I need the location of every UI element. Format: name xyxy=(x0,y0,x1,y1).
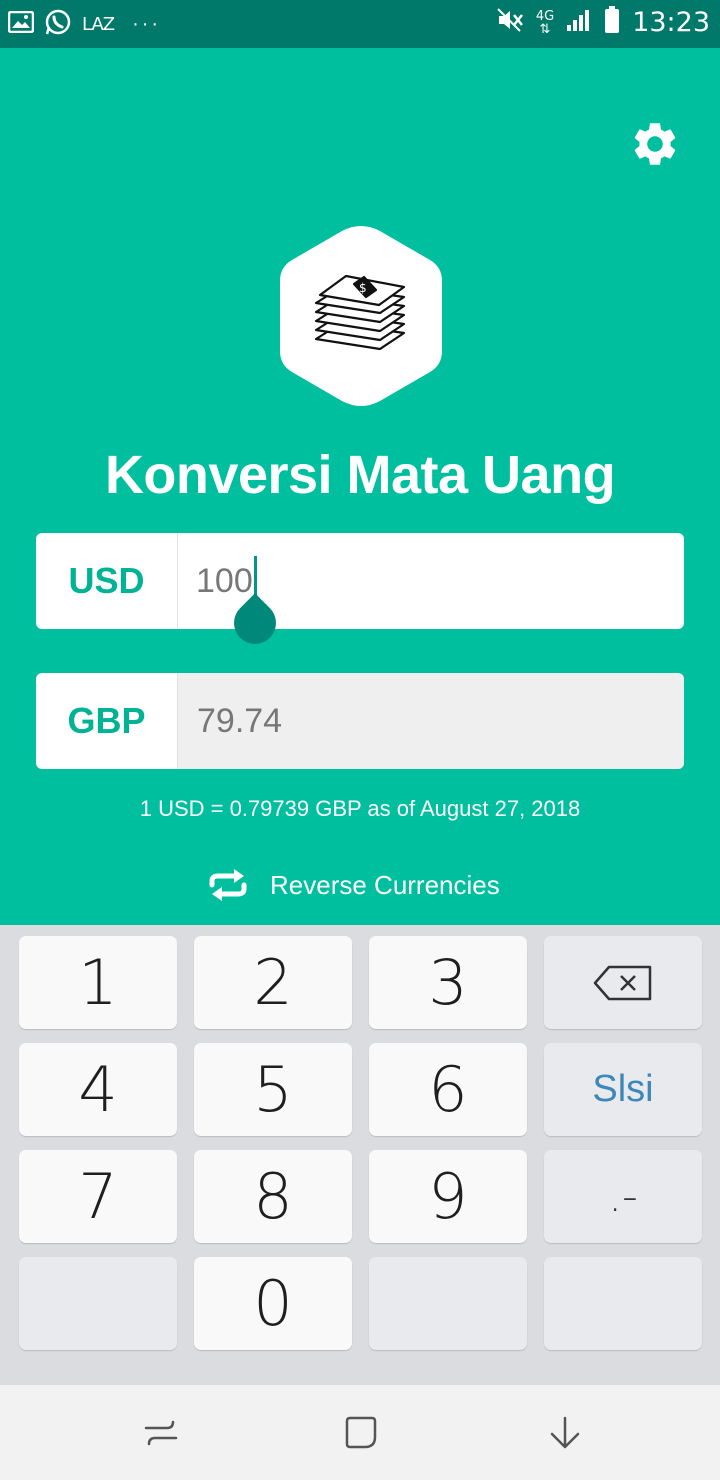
dot-dash-key[interactable]: .- xyxy=(544,1150,702,1243)
numeric-keypad: 1 2 3 4 5 6 Slsi 7 8 9 .- 0 xyxy=(0,925,720,1385)
mute-icon xyxy=(496,7,524,38)
status-bar: LAZ ··· 4G ⇅ 13:23 xyxy=(0,0,720,48)
app-title: Konversi Mata Uang xyxy=(104,445,616,505)
to-currency-selector[interactable]: GBP xyxy=(36,673,178,769)
converter-panel: $ Konversi Mata Uang USD 100 GBP 79.74 1… xyxy=(0,48,720,925)
from-currency-row: USD 100 xyxy=(36,533,684,629)
money-stack-icon: $ xyxy=(314,274,406,351)
key-7[interactable]: 7 xyxy=(19,1150,177,1243)
blank-key-right xyxy=(544,1257,702,1350)
done-label: Slsi xyxy=(592,1068,654,1110)
recent-apps-button[interactable] xyxy=(137,1409,185,1457)
dot-dash-label: .- xyxy=(608,1171,638,1222)
to-currency-row: GBP 79.74 xyxy=(36,673,684,769)
carrier-text: LAZ xyxy=(82,14,115,35)
gallery-icon xyxy=(7,10,35,38)
key-4[interactable]: 4 xyxy=(19,1043,177,1136)
clock: 13:23 xyxy=(632,7,710,38)
settings-button[interactable] xyxy=(624,118,686,170)
exchange-rate-text: 1 USD = 0.79739 GBP as of August 27, 201… xyxy=(139,796,581,821)
key-2[interactable]: 2 xyxy=(194,936,352,1029)
blank-key-middle xyxy=(369,1257,527,1350)
reverse-currencies-button[interactable]: Reverse Currencies xyxy=(206,863,500,907)
blank-key-left xyxy=(19,1257,177,1350)
back-button[interactable] xyxy=(541,1409,589,1457)
key-5[interactable]: 5 xyxy=(194,1043,352,1136)
backspace-key[interactable] xyxy=(544,936,702,1029)
key-0[interactable]: 0 xyxy=(194,1257,352,1350)
signal-icon xyxy=(566,8,592,37)
battery-icon xyxy=(604,6,620,39)
amount-value: 100 xyxy=(196,561,253,600)
home-icon xyxy=(345,1416,377,1449)
swap-arrows-icon xyxy=(209,869,247,901)
navigation-bar xyxy=(0,1385,720,1480)
home-button[interactable] xyxy=(337,1409,385,1457)
svg-text:$: $ xyxy=(359,281,367,295)
done-key[interactable]: Slsi xyxy=(544,1043,702,1136)
reverse-label: Reverse Currencies xyxy=(270,869,500,900)
gear-icon xyxy=(634,123,676,165)
converted-value: 79.74 xyxy=(178,673,684,769)
backspace-icon xyxy=(593,965,652,1000)
network-type: 4G ⇅ xyxy=(535,8,555,37)
key-3[interactable]: 3 xyxy=(369,936,527,1029)
more-notifications: ··· xyxy=(132,13,162,35)
key-8[interactable]: 8 xyxy=(194,1150,352,1243)
app-logo: $ xyxy=(280,226,442,406)
from-currency-selector[interactable]: USD xyxy=(36,533,178,629)
key-1[interactable]: 1 xyxy=(19,936,177,1029)
key-6[interactable]: 6 xyxy=(369,1043,527,1136)
whatsapp-icon xyxy=(44,8,72,41)
key-9[interactable]: 9 xyxy=(369,1150,527,1243)
recent-apps-icon xyxy=(144,1420,178,1446)
back-icon xyxy=(550,1416,580,1449)
